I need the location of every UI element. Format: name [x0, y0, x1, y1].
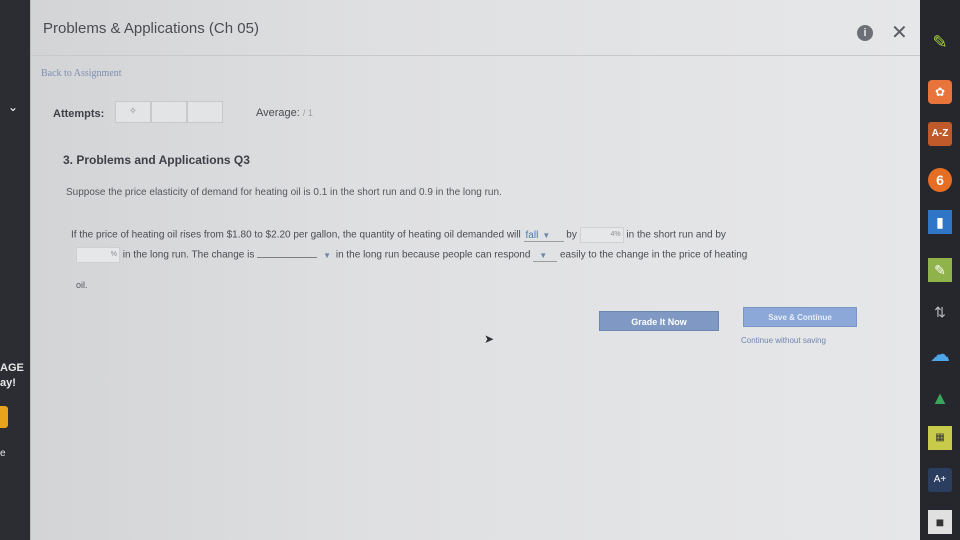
question-text: If the price of heating oil rises from $… — [71, 229, 521, 241]
back-to-assignment-link[interactable]: Back to Assignment — [41, 68, 122, 79]
right-taskbar: ✎ ✿ A-Z 6 ▮ ✎ ⇅ ☁ ▲ ▦ A+ ■ — [920, 0, 960, 540]
question-text: easily to the change in the price of hea… — [560, 249, 748, 261]
change-type-dropdown[interactable] — [257, 248, 318, 258]
info-icon[interactable]: i — [857, 25, 873, 41]
question-text: in the long run. The change is — [122, 249, 255, 261]
save-and-continue-button[interactable]: Save & Continue — [743, 307, 857, 327]
question-text: oil. — [76, 280, 88, 290]
attempts-label: Attempts: — [53, 108, 105, 120]
background-text: e — [0, 448, 6, 459]
background-window: ⌄ AGE ay! e — [0, 0, 30, 540]
background-text: AGE — [0, 362, 24, 374]
az-dictionary-icon[interactable]: A-Z — [928, 122, 952, 146]
question-title: 3. Problems and Applications Q3 — [63, 153, 250, 167]
question-intro: Suppose the price elasticity of demand f… — [66, 187, 502, 198]
assignment-panel: Problems & Applications (Ch 05) i ✕ Back… — [30, 0, 920, 540]
pen-icon[interactable]: ✎ — [928, 30, 952, 54]
average-label: Average: / 1 — [256, 107, 313, 119]
chevron-right-icon[interactable]: ⌄ — [8, 100, 18, 114]
background-badge — [0, 406, 8, 428]
mouse-cursor-icon: ➤ — [484, 332, 495, 346]
dropdown-arrow[interactable]: ▼ — [317, 250, 333, 261]
attempt-box — [151, 101, 187, 123]
respond-dropdown[interactable]: ▼ — [533, 250, 558, 262]
short-run-input[interactable]: 4% — [579, 227, 624, 243]
loading-spinner-icon: ✧ — [115, 101, 151, 123]
book-icon[interactable]: ▮ — [928, 210, 952, 234]
drive-icon[interactable]: ▲ — [928, 386, 952, 410]
question-text: in the short run and by — [626, 229, 726, 241]
question-text: by — [566, 229, 577, 241]
average-value: / 1 — [302, 108, 313, 118]
dropdown-value: fall — [525, 229, 539, 241]
average-label-text: Average: — [256, 107, 300, 119]
close-icon[interactable]: ✕ — [891, 20, 908, 45]
dropdown-arrow-icon: ▼ — [323, 250, 332, 260]
attempt-box — [187, 101, 223, 123]
calendar-icon[interactable]: ▦ — [928, 426, 952, 450]
question-line: If the price of heating oil rises from $… — [71, 227, 871, 243]
grade-app-icon[interactable]: A+ — [928, 468, 952, 492]
attempts-indicator: ✧ — [115, 101, 223, 123]
notes-icon[interactable]: ✎ — [928, 258, 952, 282]
rss-icon[interactable]: ✿ — [928, 80, 952, 104]
question-text: in the long run because people can respo… — [335, 249, 531, 261]
dropdown-arrow-icon: ▼ — [539, 250, 548, 260]
gesture-icon[interactable]: ⇅ — [928, 300, 952, 324]
grade-it-now-button[interactable]: Grade It Now — [599, 311, 719, 331]
title-bar: Problems & Applications (Ch 05) i ✕ — [31, 0, 920, 56]
window-title: Problems & Applications (Ch 05) — [43, 20, 259, 37]
question-line: % in the long run. The change is ▼ in th… — [76, 247, 876, 263]
continue-without-saving-link[interactable]: Continue without saving — [741, 336, 826, 345]
app-six-icon[interactable]: 6 — [928, 168, 952, 192]
dropdown-arrow-icon: ▼ — [542, 230, 551, 240]
cloud-icon[interactable]: ☁ — [928, 343, 952, 367]
window-icon[interactable]: ■ — [928, 510, 952, 534]
direction-dropdown[interactable]: fall ▼ — [523, 229, 564, 242]
long-run-input[interactable]: % — [76, 247, 120, 263]
background-text: ay! — [0, 377, 16, 389]
